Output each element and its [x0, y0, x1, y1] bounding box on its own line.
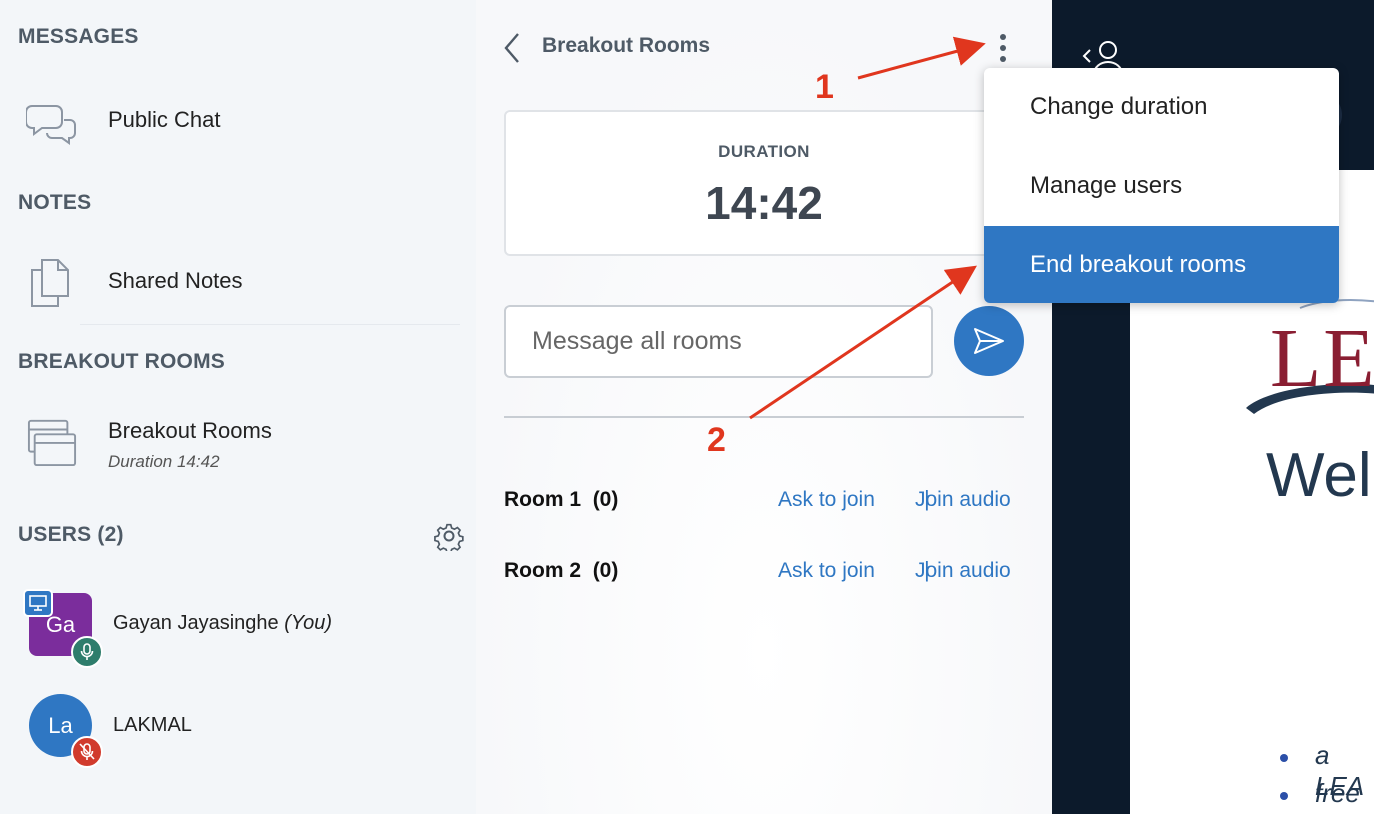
- join-audio-link[interactable]: Join audio: [915, 559, 1011, 583]
- slide-welcome-text: Welc: [1266, 441, 1374, 510]
- sidebar-divider: [80, 324, 460, 325]
- room-row-1: Room 1 (0) Ask to join | Join audio: [504, 480, 1024, 520]
- send-icon: [974, 328, 1004, 354]
- ask-to-join-link[interactable]: Ask to join: [778, 488, 875, 512]
- public-chat-label: Public Chat: [108, 107, 221, 132]
- room-name: Room 1 (0): [504, 488, 618, 512]
- breakout-duration-sub: Duration 14:42: [108, 452, 220, 471]
- breakout-section-title: BREAKOUT ROOMS: [18, 350, 225, 373]
- presenter-icon: [23, 589, 53, 617]
- shared-notes-item[interactable]: Shared Notes: [0, 247, 476, 317]
- duration-card: DURATION 14:42: [504, 110, 1024, 256]
- user-name-text: Gayan Jayasinghe: [113, 612, 279, 634]
- panel-title: Breakout Rooms: [542, 34, 711, 57]
- room-name-text: Room 2: [504, 559, 582, 582]
- breakout-rooms-label: Breakout Rooms: [108, 418, 272, 443]
- join-audio-link[interactable]: Join audio: [915, 488, 1011, 512]
- messages-section-title: MESSAGES: [18, 25, 139, 48]
- duration-label: DURATION: [718, 142, 810, 161]
- menu-item-change-duration[interactable]: Change duration: [984, 68, 1339, 146]
- users-section-title: USERS (2): [18, 523, 124, 546]
- options-dropdown-menu: Change duration Manage users End breakou…: [984, 68, 1339, 303]
- you-suffix: (You): [284, 612, 333, 634]
- room-name-text: Room 1: [504, 488, 582, 511]
- chat-bubbles-icon: [26, 105, 76, 145]
- breakout-panel: Breakout Rooms DURATION 14:42 Room 1 (0)…: [476, 0, 1052, 814]
- shared-notes-label: Shared Notes: [108, 268, 243, 293]
- more-options-icon[interactable]: [988, 30, 1018, 66]
- user-row-gayan[interactable]: Ga Gayan Jayasinghe (You): [0, 589, 476, 673]
- avatar-initials: La: [48, 712, 73, 738]
- send-button[interactable]: [954, 306, 1024, 376]
- notes-section-title: NOTES: [18, 191, 92, 214]
- bullet-dot: [1280, 792, 1288, 800]
- room-count: (0): [592, 488, 619, 511]
- message-all-rooms-input[interactable]: [504, 305, 933, 378]
- mic-muted-icon: [71, 736, 103, 768]
- duration-value: 14:42: [705, 177, 823, 229]
- breakout-rooms-item[interactable]: Breakout Rooms Duration 14:42: [0, 405, 476, 485]
- menu-item-manage-users[interactable]: Manage users: [984, 147, 1339, 225]
- room-row-2: Room 2 (0) Ask to join | Join audio: [504, 551, 1024, 591]
- gear-icon[interactable]: [434, 521, 464, 551]
- mic-icon: [71, 636, 103, 668]
- windows-icon: [27, 419, 77, 467]
- user-name: LAKMAL: [113, 714, 192, 736]
- bullet-dot: [1280, 754, 1288, 762]
- user-row-lakmal[interactable]: La LAKMAL: [0, 694, 476, 774]
- chevron-left-icon[interactable]: [498, 28, 528, 68]
- public-chat-item[interactable]: Public Chat: [0, 86, 476, 156]
- menu-item-end-breakout-rooms[interactable]: End breakout rooms: [984, 226, 1339, 303]
- slide-bullet-2: free: [1315, 778, 1360, 808]
- ask-to-join-link[interactable]: Ask to join: [778, 559, 875, 583]
- sidebar: MESSAGES Public Chat NOTES Shared Notes …: [0, 0, 476, 814]
- slide-logo-text: LEA: [1270, 312, 1374, 405]
- documents-icon: [31, 259, 69, 307]
- user-name: Gayan Jayasinghe (You): [113, 612, 332, 635]
- room-name: Room 2 (0): [504, 559, 618, 583]
- room-count: (0): [592, 559, 619, 582]
- annotation-number-1: 1: [815, 68, 834, 106]
- annotation-number-2: 2: [707, 421, 726, 459]
- panel-divider: [504, 416, 1024, 418]
